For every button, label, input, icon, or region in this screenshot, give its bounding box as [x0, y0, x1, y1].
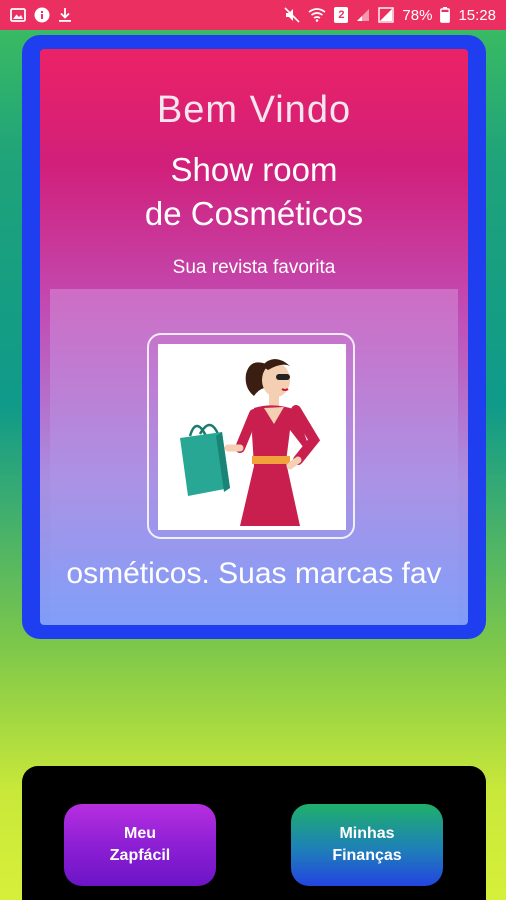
- battery-percent: 78%: [402, 6, 433, 24]
- meu-zapfacil-line1: Meu: [124, 825, 156, 842]
- download-icon: [58, 7, 72, 23]
- wifi-icon: [308, 8, 326, 22]
- brands-marquee: osméticos. Suas marcas fav: [66, 557, 442, 590]
- magazine-panel[interactable]: osméticos. Suas marcas fav: [50, 289, 458, 625]
- bottom-action-bar: Meu Zapfácil Minhas Finanças: [22, 766, 486, 900]
- welcome-title: Bem Vindo: [156, 89, 352, 131]
- signal-icon: [356, 8, 370, 22]
- minhas-financas-button[interactable]: Minhas Finanças: [291, 804, 443, 886]
- showroom-title-line1: Show room: [170, 151, 338, 188]
- meu-zapfacil-line2: Zapfácil: [109, 847, 171, 864]
- info-icon: [34, 7, 50, 23]
- meu-zapfacil-button[interactable]: Meu Zapfácil: [64, 804, 216, 886]
- status-left-icons: [10, 7, 72, 23]
- image-icon: [10, 8, 26, 22]
- status-right-icons: 2 78% 15:28: [284, 7, 496, 24]
- showroom-title-line2: de Cosméticos: [144, 195, 364, 232]
- showroom-subtitle: Sua revista favorita: [172, 257, 336, 278]
- showroom-card: Bem Vindo Show room de Cosméticos Sua re…: [22, 35, 486, 639]
- signal-icon-2: [378, 7, 395, 23]
- minhas-financas-line1: Minhas: [339, 825, 395, 842]
- featured-image-frame[interactable]: [147, 333, 355, 539]
- clock: 15:28: [458, 6, 496, 24]
- showroom-card-content: Bem Vindo Show room de Cosméticos Sua re…: [40, 49, 468, 625]
- battery-icon: [440, 7, 451, 23]
- status-bar: 2 78% 15:28: [0, 0, 506, 30]
- woman-shopping-illustration: [158, 344, 346, 530]
- minhas-financas-line2: Finanças: [332, 847, 402, 864]
- sim-icon: 2: [334, 7, 349, 23]
- mute-icon: [284, 7, 300, 23]
